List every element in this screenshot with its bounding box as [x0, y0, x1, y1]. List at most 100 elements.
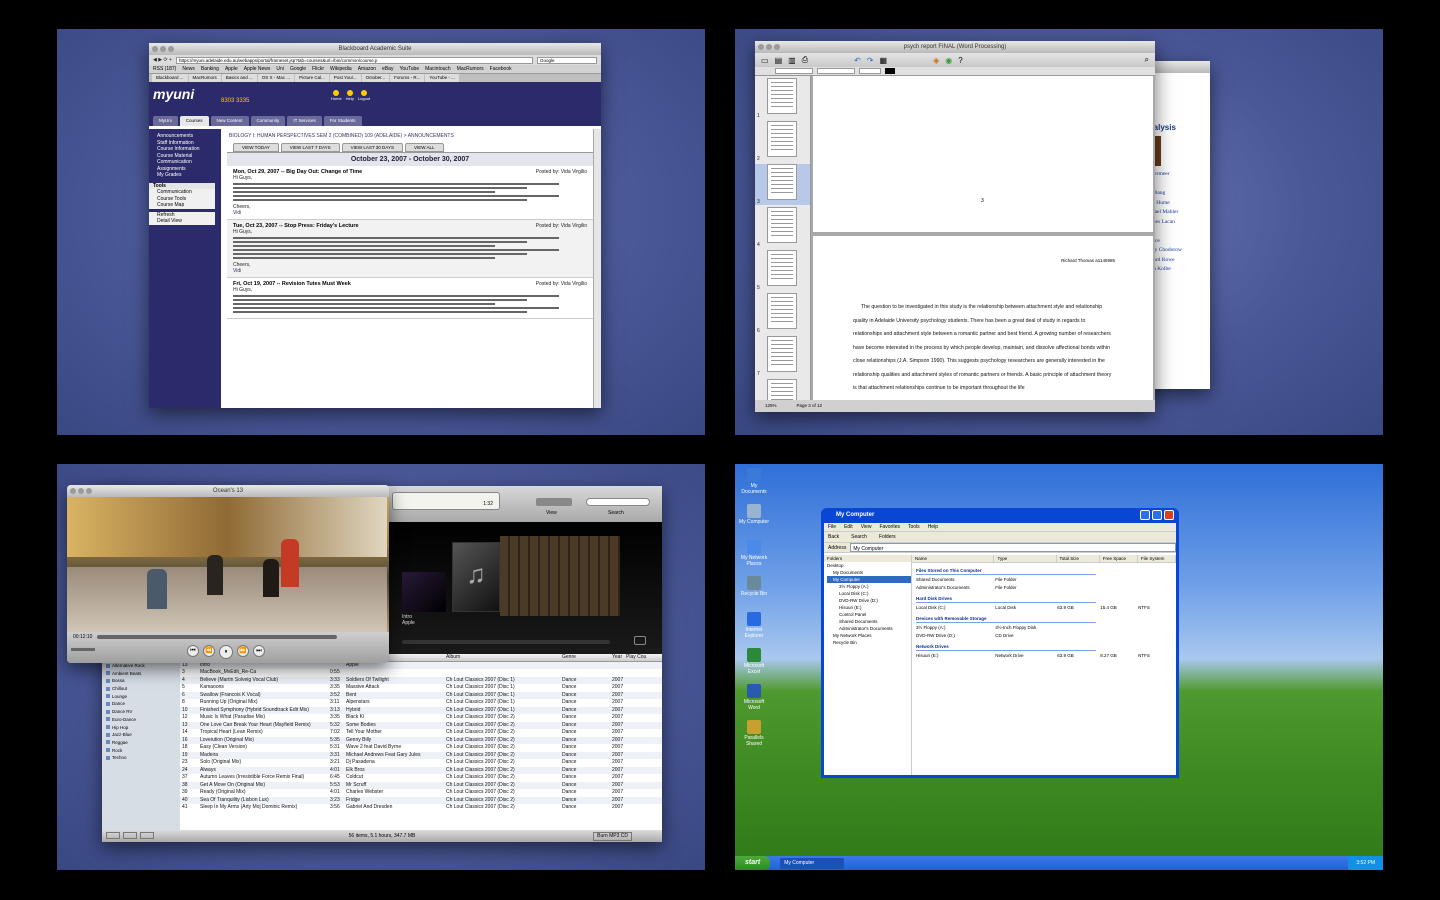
tree-item[interactable]: Shared Documents [827, 618, 911, 625]
drive-row[interactable]: Shared Documents File Folder [916, 576, 1176, 583]
page-thumbnail[interactable]: 3 [755, 164, 810, 205]
undo-icon[interactable]: ↶ [854, 56, 861, 65]
scrollbar[interactable] [593, 129, 601, 408]
window-controls[interactable] [152, 46, 174, 52]
view-tab[interactable]: VIEW LAST 30 DAYS [341, 143, 403, 152]
save-icon[interactable]: ▥ [788, 56, 796, 65]
browser-tab[interactable]: Picture Cal... [295, 74, 329, 82]
page-thumbnail[interactable]: 1 [755, 78, 810, 119]
search-field[interactable]: Google [537, 56, 597, 64]
page-thumbnail[interactable]: 6 [755, 293, 810, 334]
bookmark[interactable]: RSS (187) [153, 66, 176, 72]
column-header[interactable]: Total Size [1057, 555, 1100, 562]
safari-titlebar[interactable]: Blackboard Academic Suite [149, 43, 601, 55]
tree-item[interactable]: My Network Places [827, 632, 911, 639]
menu-item[interactable]: Tools [908, 523, 920, 531]
browser-tab[interactable]: Basics and ... [221, 74, 257, 82]
breadcrumb[interactable]: BIOLOGY I: HUMAN PERSPECTIVES SEM 2 (COM… [227, 129, 593, 143]
help-icon[interactable]: ? [958, 56, 962, 65]
playlist-item[interactable]: Rock [102, 746, 180, 754]
nav-tab[interactable]: Courses [179, 116, 209, 126]
playlist-item[interactable]: Techno [102, 754, 180, 762]
page-thumbnail[interactable]: 5 [755, 250, 810, 291]
track-row[interactable]: 18 Easy (Clean Version) 5:31 Wave 2 feat Da… [180, 744, 662, 752]
track-row[interactable]: 38 Get A Move On (Original Mix) 5:53 Mr Scr… [180, 781, 662, 789]
window-controls[interactable] [70, 488, 92, 494]
desktop-icon[interactable]: Microsoft Word [739, 684, 769, 711]
column-header[interactable]: Play Cou [624, 654, 654, 661]
drive-row[interactable]: 3½ Floppy (A:) 3½-Inch Floppy Disk [916, 624, 1176, 631]
column-header[interactable]: Free Space [1100, 555, 1138, 562]
color-swatch[interactable] [885, 68, 895, 74]
menu-item[interactable]: View [861, 523, 872, 531]
nav-tab[interactable]: MyUni [153, 116, 178, 126]
view-tab[interactable]: VIEW TODAY [233, 143, 279, 152]
word-titlebar[interactable]: psych report FINAL (Word Processing) [755, 41, 1155, 53]
playlist-item[interactable]: Chillout [102, 685, 180, 693]
tree-item[interactable]: Control Panel [827, 611, 911, 618]
tree-item[interactable]: Local Disk (C:) [827, 590, 911, 597]
album-art[interactable]: ♫ [452, 542, 500, 612]
browser-tab[interactable]: October... [361, 74, 390, 82]
redo-icon[interactable]: ↷ [867, 56, 874, 65]
movie-frame[interactable] [67, 497, 389, 632]
view-tab[interactable]: VIEW ALL [404, 143, 444, 152]
body-text[interactable]: The question to be investigated in this … [853, 301, 1115, 396]
track-row[interactable]: 6 Swallow (Francois K Vocal) 3:52 Bent Ch Lo… [180, 691, 662, 699]
track-row[interactable]: 4 Believe (Martin Solveig Vocal Club) 3:33… [180, 676, 662, 684]
minimize-button[interactable] [1140, 510, 1150, 520]
bookmark[interactable]: Banking [201, 66, 219, 72]
track-row[interactable]: 23 Solo (Original Mix) 3:21 Dj Pasadena Ch L… [180, 759, 662, 767]
menu-item[interactable]: File [828, 523, 836, 531]
explorer-titlebar[interactable]: My Computer [824, 508, 1176, 523]
track-row[interactable]: 10 Finished Symphony (Hybrid Soundtrack E… [180, 706, 662, 714]
repeat-button[interactable] [140, 832, 154, 839]
track-row[interactable]: 14 Tropical Heart (Lean Remix) 7:02 Tell Yo… [180, 729, 662, 737]
header-link[interactable]: Logout [358, 90, 370, 101]
zoom-level[interactable]: 125% [765, 400, 777, 412]
bookmark[interactable]: Apple News [244, 66, 271, 72]
sidebar-icon[interactable]: ◉ [945, 56, 952, 65]
qt-titlebar[interactable]: Ocean's 13 [67, 485, 389, 497]
bookmark[interactable]: Amazon [358, 66, 376, 72]
tree-item[interactable]: My Computer [827, 576, 911, 583]
gallery-icon[interactable]: ◈ [933, 56, 939, 65]
track-row[interactable]: 19 Madeira 3:31 Michael Andrews Feat Gary J… [180, 751, 662, 759]
playlist-item[interactable]: Lounge [102, 692, 180, 700]
zoom-icon[interactable]: ⌕ [1145, 55, 1149, 65]
drive-row[interactable]: Local Disk (C:) Local Disk 63.9 GB 15.4 GB N… [916, 604, 1176, 611]
playlist-item[interactable]: Ambient Beats [102, 669, 180, 677]
bookmark[interactable]: Macintouch [425, 66, 451, 72]
nav-tab[interactable]: Community [250, 116, 286, 126]
drive-row[interactable]: DVD-RW Drive (D:) CD Drive [916, 632, 1176, 639]
print-icon[interactable]: ⎙ [802, 55, 808, 65]
pause-icon[interactable]: ⏸ [219, 645, 233, 659]
bookmark[interactable]: News [182, 66, 195, 72]
start-button[interactable]: start [735, 856, 771, 870]
tool-item[interactable]: Course Map [153, 202, 215, 209]
tree-item[interactable]: Hisuuri (E:) [827, 604, 911, 611]
font-menu[interactable] [817, 68, 855, 74]
bookmark[interactable]: Wikipedia [330, 66, 352, 72]
size-menu[interactable] [859, 68, 881, 74]
toolbar-button[interactable]: Folders [879, 532, 896, 542]
track-row[interactable]: 3 MacBook_MvEdit_Re-Ca 0:55 [180, 669, 662, 677]
desktop-icon[interactable]: Microsoft Excel [739, 648, 769, 675]
search-input[interactable] [586, 498, 650, 506]
maximize-button[interactable] [1152, 510, 1162, 520]
header-link[interactable]: Help [346, 90, 354, 101]
tool-item[interactable]: Detail View [153, 218, 215, 225]
burn-button[interactable]: Burn MP3 CD [593, 832, 632, 841]
tree-item[interactable]: Recycle Bin [827, 639, 911, 646]
playlist-item[interactable]: Dance RV [102, 708, 180, 716]
bookmark[interactable]: Flickr [312, 66, 324, 72]
tree-item[interactable]: 3½ Floppy (A:) [827, 583, 911, 590]
nav-tab[interactable]: IT Services [287, 116, 322, 126]
qt-scrubber[interactable] [97, 635, 337, 639]
open-icon[interactable]: ▤ [775, 56, 783, 65]
track-row[interactable]: 41 Sleep In My Arms (Arty Moj Dominic Rem… [180, 804, 662, 812]
bookmark[interactable]: eBay [382, 66, 393, 72]
track-row[interactable]: 39 Ready (Original Mix) 4:01 Charles Webste… [180, 789, 662, 797]
view-tab[interactable]: VIEW LAST 7 DAYS [280, 143, 340, 152]
toolbar-button[interactable]: Back [828, 532, 839, 542]
